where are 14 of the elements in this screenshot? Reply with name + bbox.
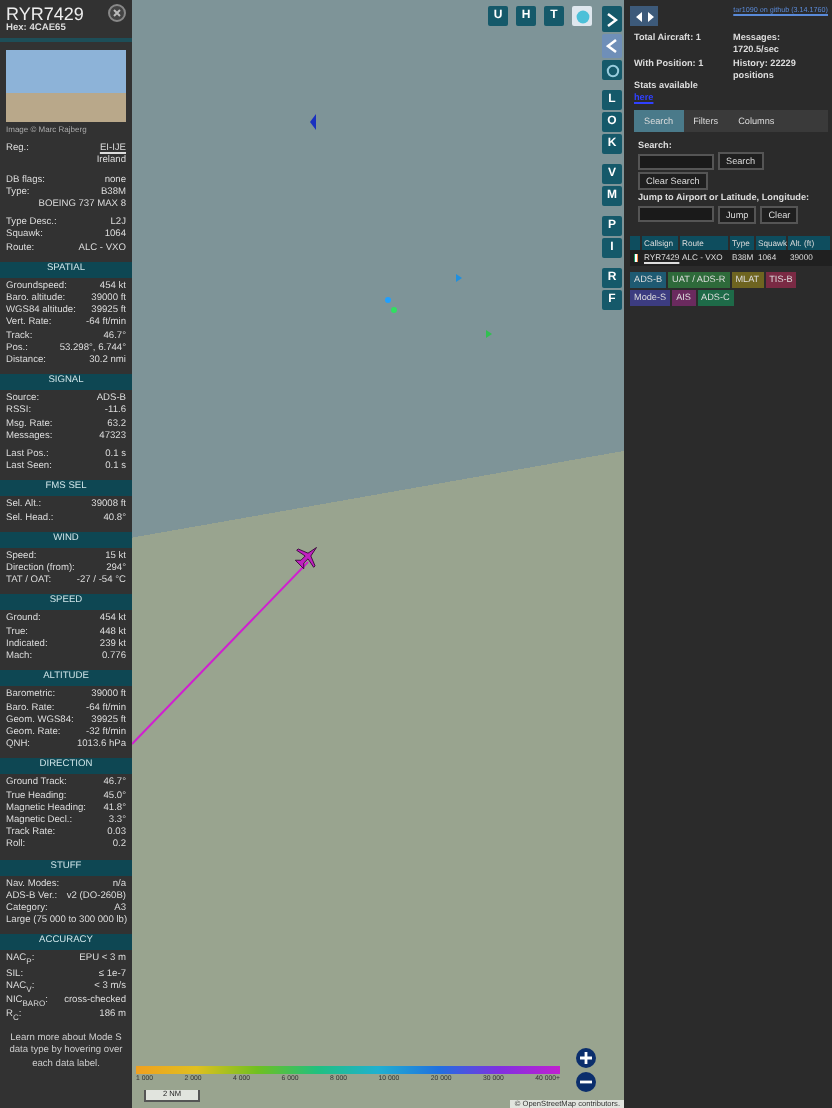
close-icon[interactable] <box>108 4 126 22</box>
triangle-marker-icon <box>486 330 492 338</box>
photo-placeholder <box>6 50 126 122</box>
chevron-right-icon[interactable] <box>602 6 622 32</box>
triangle-marker-icon <box>456 274 462 282</box>
airplane-icon[interactable] <box>294 547 317 570</box>
chevron-left-icon[interactable] <box>602 34 622 58</box>
dot-marker-icon <box>385 297 391 303</box>
dot-marker-icon <box>391 307 397 313</box>
jump-field[interactable] <box>638 206 714 223</box>
expand-arrows-icon[interactable] <box>630 6 658 26</box>
callsign: RYR7429 <box>6 4 84 24</box>
search-field[interactable] <box>638 153 714 170</box>
triangle-marker-icon <box>310 114 316 130</box>
